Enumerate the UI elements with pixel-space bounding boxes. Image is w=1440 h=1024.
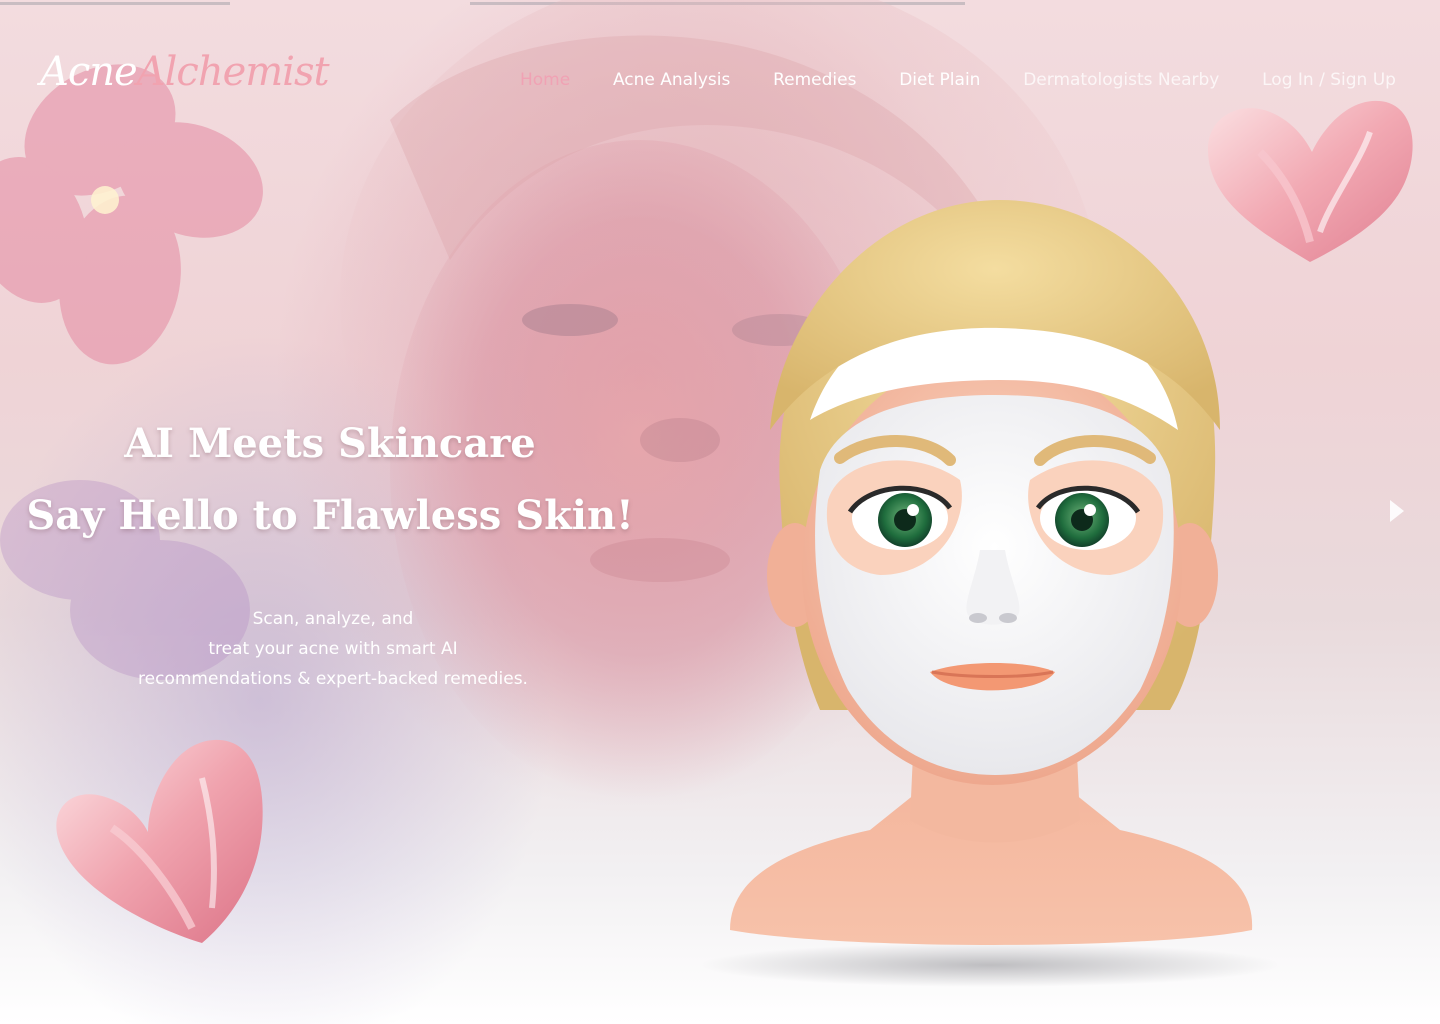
top-edge-line [0,2,230,5]
main-nav: Home Acne Analysis Remedies Diet Plain D… [520,70,1396,90]
nav-login-signup[interactable]: Log In / Sign Up [1262,70,1396,90]
landing-page: AcneAlchemist Home Acne Analysis Remedie… [0,0,1440,1024]
hero-subtitle-line: treat your acne with smart AI [208,639,458,659]
hero-subtitle: Scan, analyze, and treat your acne with … [0,604,666,694]
logo-word-alchemist: Alchemist [136,49,330,95]
chevron-right-icon[interactable] [1382,496,1410,526]
pink-heart-decoration-bottom [56,739,263,943]
top-edge-line [470,2,965,5]
nav-home[interactable]: Home [520,70,570,90]
nav-acne-analysis[interactable]: Acne Analysis [613,70,730,90]
hero-subtitle-line: recommendations & expert-backed remedies… [138,669,528,689]
hero-title-line1: AI Meets Skincare [124,420,536,467]
nav-diet-plan[interactable]: Diet Plain [899,70,980,90]
brand-logo[interactable]: AcneAlchemist [40,49,330,95]
nav-dermatologists-nearby[interactable]: Dermatologists Nearby [1023,70,1219,90]
logo-word-acne: Acne [40,49,138,95]
nav-remedies[interactable]: Remedies [773,70,856,90]
hero-title-line2: Say Hello to Flawless Skin! [26,492,634,539]
face-mask-mascot [700,200,1280,987]
hero-subtitle-line: Scan, analyze, and [252,609,414,629]
